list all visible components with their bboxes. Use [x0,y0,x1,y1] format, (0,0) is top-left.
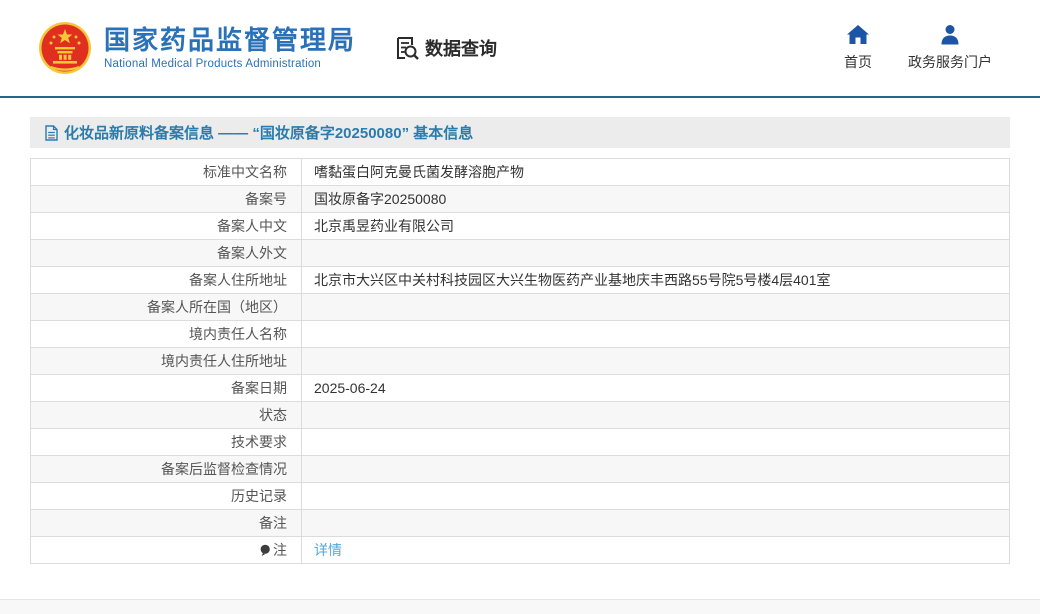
field-value: 嗜黏蛋白阿克曼氏菌发酵溶胞产物 [302,159,1010,186]
field-value [302,294,1010,321]
details-link[interactable]: 详情 [314,542,342,558]
table-row: 备案人外文 [31,240,1010,267]
header-nav: 首页 政务服务门户 [844,24,992,72]
org-name-cn: 国家药品监督管理局 [104,26,356,55]
table-row: 境内责任人住所地址 [31,348,1010,375]
note-label: 注 [273,542,287,558]
field-value [302,429,1010,456]
field-value: 北京市大兴区中关村科技园区大兴生物医药产业基地庆丰西路55号院5号楼4层401室 [302,267,1010,294]
site-header: 国家药品监督管理局 National Medical Products Admi… [0,0,1040,96]
nav-home-label: 首页 [844,52,872,72]
data-query-tab[interactable]: 数据查询 [394,35,497,61]
field-label: 标准中文名称 [31,159,302,186]
field-label: 备案后监督检查情况 [31,456,302,483]
table-row: 备案人所在国（地区） [31,294,1010,321]
site-logo[interactable]: 国家药品监督管理局 National Medical Products Admi… [38,21,356,75]
field-label: 状态 [31,402,302,429]
table-row: 备案人中文 北京禹昱药业有限公司 [31,213,1010,240]
table-row: 技术要求 [31,429,1010,456]
table-row-note: 注 详情 [31,537,1010,564]
table-row: 备案人住所地址 北京市大兴区中关村科技园区大兴生物医药产业基地庆丰西路55号院5… [31,267,1010,294]
field-value: 北京禹昱药业有限公司 [302,213,1010,240]
table-row: 状态 [31,402,1010,429]
footer-strip [0,599,1040,614]
org-name-en: National Medical Products Administration [104,58,356,70]
field-value: 2025-06-24 [302,375,1010,402]
field-label: 备案人所在国（地区） [31,294,302,321]
field-label: 备注 [31,510,302,537]
document-search-icon [394,35,420,61]
field-label: 历史记录 [31,483,302,510]
field-value: 详情 [302,537,1010,564]
page-title: 化妆品新原料备案信息 —— “国妆原备字20250080” 基本信息 [64,122,473,143]
field-label: 备案号 [31,186,302,213]
field-value [302,456,1010,483]
field-label: 境内责任人名称 [31,321,302,348]
field-label: 备案日期 [31,375,302,402]
table-row: 境内责任人名称 [31,321,1010,348]
nav-gov-portal-label: 政务服务门户 [908,52,992,72]
header-divider [0,96,1040,98]
main-content: 化妆品新原料备案信息 —— “国妆原备字20250080” 基本信息 标准中文名… [0,117,1040,564]
national-emblem-icon [38,21,92,75]
user-icon [938,24,962,45]
field-label: 备案人中文 [31,213,302,240]
home-icon [846,24,870,45]
table-row: 标准中文名称 嗜黏蛋白阿克曼氏菌发酵溶胞产物 [31,159,1010,186]
table-row: 备案日期 2025-06-24 [31,375,1010,402]
table-row: 备注 [31,510,1010,537]
field-value [302,483,1010,510]
table-row: 备案后监督检查情况 [31,456,1010,483]
nav-item-gov-portal[interactable]: 政务服务门户 [908,24,992,72]
field-value [302,348,1010,375]
filing-info-table: 标准中文名称 嗜黏蛋白阿克曼氏菌发酵溶胞产物 备案号 国妆原备字20250080… [30,158,1010,564]
data-query-label: 数据查询 [425,35,497,61]
note-icon [259,544,271,560]
field-value [302,240,1010,267]
field-value [302,510,1010,537]
field-value [302,402,1010,429]
field-label: 注 [31,537,302,564]
nav-item-home[interactable]: 首页 [844,24,872,72]
page-title-bar: 化妆品新原料备案信息 —— “国妆原备字20250080” 基本信息 [30,117,1010,148]
field-value: 国妆原备字20250080 [302,186,1010,213]
field-value [302,321,1010,348]
field-label: 境内责任人住所地址 [31,348,302,375]
document-icon [45,125,58,141]
field-label: 备案人外文 [31,240,302,267]
org-titles: 国家药品监督管理局 National Medical Products Admi… [104,26,356,71]
field-label: 备案人住所地址 [31,267,302,294]
table-row: 备案号 国妆原备字20250080 [31,186,1010,213]
field-label: 技术要求 [31,429,302,456]
table-row: 历史记录 [31,483,1010,510]
